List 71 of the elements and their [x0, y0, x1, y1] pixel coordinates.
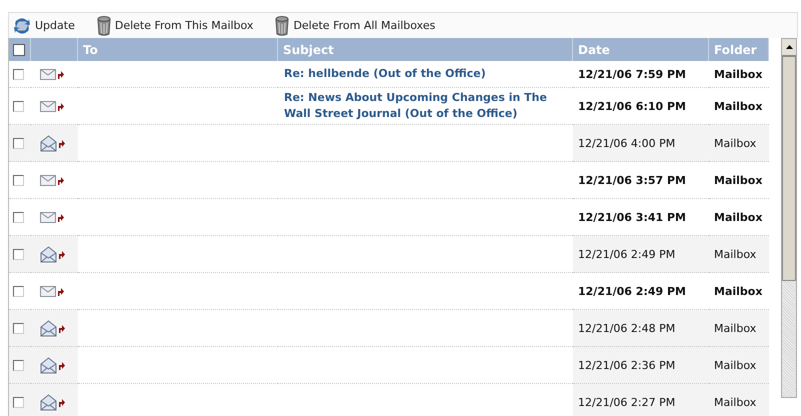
folder-text: Mailbox	[714, 210, 762, 224]
folder-text: Mailbox	[714, 136, 756, 150]
date-text: 12/21/06 7:59 PM	[578, 68, 686, 80]
open-envelope-icon	[40, 356, 57, 374]
reply-arrow-icon	[58, 324, 65, 332]
date-text: 12/21/06 2:48 PM	[578, 322, 676, 334]
message-row[interactable]: 12/21/06 2:27 PM Mailbox	[9, 384, 769, 416]
reply-arrow-icon	[58, 360, 65, 370]
open-envelope-icon	[40, 394, 57, 410]
folder-text: Mailbox	[714, 174, 762, 186]
subject-link[interactable]: Re: News About Upcoming Changes in The Wall Street Journal (Out of the Office)	[278, 90, 573, 122]
row-checkbox[interactable]	[13, 174, 24, 186]
reply-arrow-icon	[57, 212, 64, 222]
reply-arrow-icon	[58, 138, 65, 148]
reply-arrow-icon	[58, 250, 65, 258]
reply-arrow-icon	[58, 398, 65, 406]
row-checkbox[interactable]	[13, 286, 24, 296]
row-checkbox[interactable]	[13, 212, 24, 222]
reply-arrow-icon	[57, 176, 64, 184]
open-envelope-icon	[40, 246, 57, 262]
row-checkbox[interactable]	[13, 396, 24, 408]
open-envelope-icon	[40, 134, 57, 152]
row-checkbox[interactable]	[13, 322, 24, 334]
envelope-icon	[40, 212, 56, 222]
envelope-icon	[40, 68, 56, 80]
toolbar-button[interactable]: Delete From All Mailboxes	[275, 16, 436, 36]
trash-can-icon	[96, 16, 111, 36]
toolbar-button[interactable]: Delete From This Mailbox	[96, 16, 254, 36]
date-text: 12/21/06 3:57 PM	[578, 174, 686, 186]
message-row[interactable]: 12/21/06 2:36 PM Mailbox	[9, 347, 769, 384]
envelope-icon	[40, 100, 56, 112]
folder-text: Mailbox	[714, 100, 762, 112]
refresh-icon	[13, 16, 31, 34]
date-text: 12/21/06 2:27 PM	[578, 396, 676, 408]
folder-text: Mailbox	[714, 322, 756, 334]
subject-link[interactable]: Re: hellbende (Out of the Office)	[278, 66, 490, 82]
folder-text: Mailbox	[714, 248, 756, 260]
date-text: 12/21/06 4:00 PM	[578, 136, 676, 150]
message-row[interactable]: Re: hellbende (Out of the Office) 12/21/06 7:59 PM Mailbox	[9, 61, 769, 88]
message-row[interactable]: 12/21/06 3:41 PM Mailbox	[9, 199, 769, 236]
open-envelope-icon	[40, 320, 57, 336]
row-checkbox[interactable]	[13, 68, 24, 80]
folder-text: Mailbox	[714, 68, 762, 80]
message-row[interactable]: 12/21/06 2:49 PM Mailbox	[9, 273, 769, 310]
date-text: 12/21/06 2:49 PM	[578, 284, 686, 298]
message-row[interactable]: 12/21/06 2:49 PM Mailbox	[9, 236, 769, 273]
envelope-icon	[40, 174, 56, 186]
message-row[interactable]: 12/21/06 2:48 PM Mailbox	[9, 310, 769, 347]
date-text: 12/21/06 2:36 PM	[578, 358, 676, 372]
reply-arrow-icon	[57, 286, 64, 296]
folder-text: Mailbox	[714, 396, 756, 408]
envelope-icon	[40, 286, 56, 296]
select-all-checkbox[interactable]	[13, 44, 25, 56]
reply-arrow-icon	[57, 102, 64, 110]
date-text: 12/21/06 3:41 PM	[578, 210, 686, 224]
scrollbar[interactable]	[781, 38, 797, 398]
row-checkbox[interactable]	[13, 138, 24, 148]
toolbar-button[interactable]: Update	[13, 16, 75, 34]
date-text: 12/21/06 2:49 PM	[578, 248, 676, 260]
reply-arrow-icon	[57, 70, 64, 78]
folder-text: Mailbox	[714, 284, 762, 298]
message-row[interactable]: 12/21/06 3:57 PM Mailbox	[9, 162, 769, 199]
message-row[interactable]: Re: News About Upcoming Changes in The Wall Street Journal (Out of the Office) 12/21/06 6:10 PM Mailbox	[9, 88, 769, 125]
row-checkbox[interactable]	[13, 248, 24, 260]
folder-text: Mailbox	[714, 358, 756, 372]
message-row[interactable]: 12/21/06 4:00 PM Mailbox	[9, 125, 769, 162]
row-checkbox[interactable]	[13, 100, 24, 112]
date-text: 12/21/06 6:10 PM	[578, 100, 686, 112]
row-checkbox[interactable]	[13, 360, 24, 370]
trash-can-icon	[275, 16, 290, 36]
scroll-up-icon	[786, 45, 792, 49]
